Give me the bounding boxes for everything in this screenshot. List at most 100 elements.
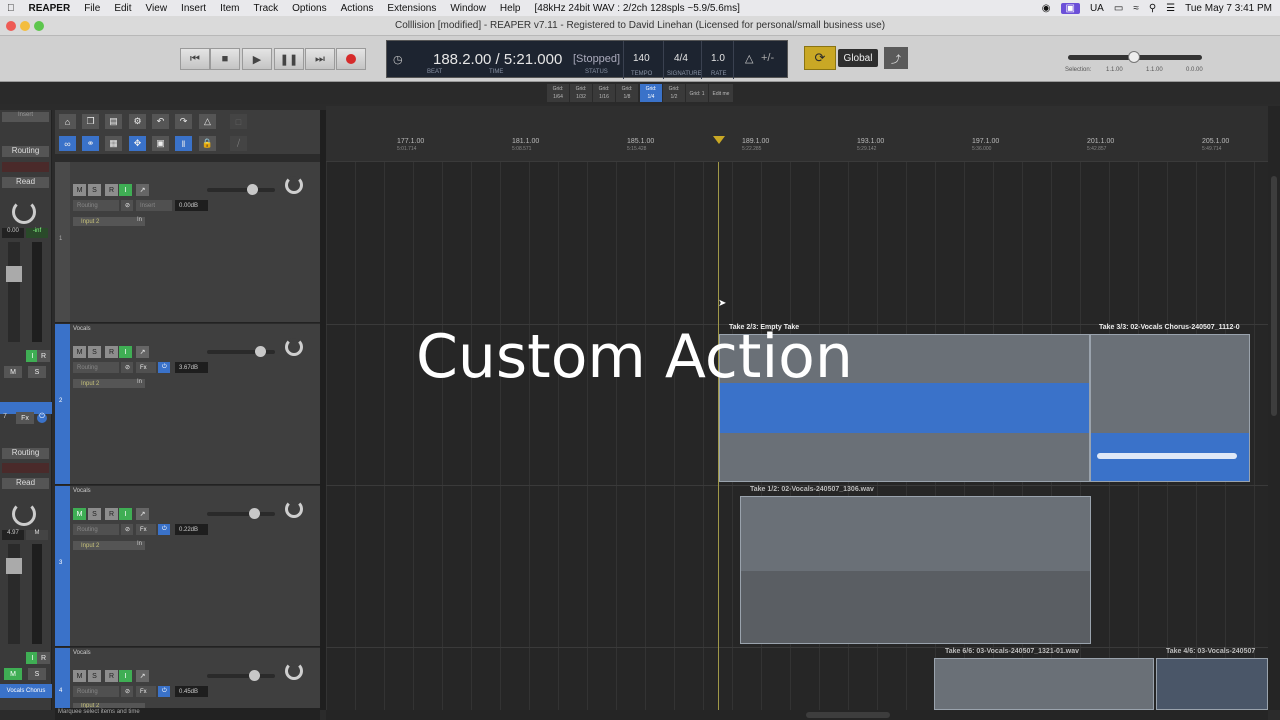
track-panel-2[interactable]: 2 Vocals M S R I ↗ Routing ⊘ Fx ⏻ 3.67dB…: [55, 324, 320, 485]
save-icon[interactable]: ▤: [105, 114, 122, 129]
routing-button-2[interactable]: Routing: [2, 448, 49, 459]
volume-knob[interactable]: [249, 670, 260, 681]
master-send[interactable]: [2, 162, 49, 172]
volume-slider[interactable]: [207, 184, 275, 195]
volume-slider[interactable]: [207, 508, 275, 519]
mute-button-2[interactable]: M: [4, 668, 22, 680]
record-arm-button[interactable]: R: [105, 670, 118, 682]
minimize-window-icon[interactable]: [20, 21, 30, 31]
menu-view[interactable]: View: [139, 3, 175, 14]
grid-1-4-button[interactable]: Grid: 1/4: [640, 84, 662, 102]
blank-toolbar-icon[interactable]: □: [230, 114, 247, 129]
menu-insert[interactable]: Insert: [174, 3, 213, 14]
fx-button[interactable]: Fx: [16, 412, 34, 424]
track-name[interactable]: Vocals: [73, 326, 91, 332]
rate-cell[interactable]: 1.0 RATE: [701, 41, 733, 79]
play-cursor-marker-icon[interactable]: [713, 136, 725, 144]
phase-icon[interactable]: ⊘: [121, 200, 133, 211]
input-selector[interactable]: Input 2: [73, 379, 145, 388]
menu-edit[interactable]: Edit: [107, 3, 138, 14]
grid-edit-button[interactable]: Edit me: [709, 84, 733, 102]
volume-slider[interactable]: [207, 670, 275, 681]
solo-button-2[interactable]: S: [28, 668, 46, 680]
signature-value[interactable]: 4/4: [674, 53, 688, 64]
go-to-start-button[interactable]: ⏮: [180, 48, 210, 70]
automation-icon[interactable]: ↗: [136, 670, 149, 682]
vertical-scrollbar[interactable]: [1268, 106, 1280, 710]
mute-button[interactable]: M: [4, 366, 22, 378]
rate-value[interactable]: 1.0: [711, 53, 725, 64]
selection-slider-knob[interactable]: [1128, 51, 1140, 63]
metronome-cell[interactable]: △ +/-: [733, 41, 788, 79]
track-panel-3[interactable]: 3 Vocals M S R I ↗ Routing ⊘ Fx ⏻ 0.22dB…: [55, 486, 320, 647]
menu-help[interactable]: Help: [493, 3, 528, 14]
menu-track[interactable]: Track: [247, 3, 286, 14]
snap-icon[interactable]: ✥: [129, 136, 146, 151]
apple-icon[interactable]: : [0, 3, 22, 14]
audio-info[interactable]: [48kHz 24bit WAV : 2/2ch 128spls ~5.9/5.…: [528, 3, 747, 14]
grid-snap-icon[interactable]: ▦: [105, 136, 122, 151]
loop-toggle-button[interactable]: ⟳: [804, 46, 836, 70]
tempo-value[interactable]: 140: [633, 53, 650, 64]
track-number-strip[interactable]: 1: [55, 162, 70, 322]
input-selector[interactable]: Input 2: [73, 703, 145, 708]
track-name[interactable]: Vocals: [73, 650, 91, 656]
menu-options[interactable]: Options: [285, 3, 333, 14]
insert-slot[interactable]: Insert: [2, 112, 49, 122]
media-item-vocals-chorus[interactable]: [1090, 334, 1250, 482]
routing-button[interactable]: Routing: [73, 362, 119, 373]
fx-power-icon[interactable]: ⏻: [158, 524, 170, 535]
routing-button[interactable]: Routing: [73, 686, 119, 697]
input-monitor-button[interactable]: I: [119, 670, 132, 682]
record-arm-button[interactable]: R: [105, 508, 118, 520]
global-automation-button[interactable]: Global: [838, 49, 878, 67]
vertical-scroll-thumb[interactable]: [1271, 176, 1277, 416]
mono-button[interactable]: M: [26, 530, 48, 540]
locking-icon[interactable]: ▣: [152, 136, 169, 151]
solo-button[interactable]: S: [88, 346, 101, 358]
record-button[interactable]: [336, 48, 366, 70]
input-monitor-button[interactable]: I: [119, 508, 132, 520]
automation-read-button-2[interactable]: Read: [2, 478, 49, 489]
edit-cursor[interactable]: [718, 162, 719, 710]
ripple-edit-icon[interactable]: ∞: [59, 136, 76, 151]
horizontal-scroll-thumb[interactable]: [806, 712, 890, 718]
position-readout[interactable]: 188.2.00 / 5:21.000: [433, 51, 562, 68]
signature-cell[interactable]: 4/4 SIGNATURE: [663, 41, 702, 79]
routing-button[interactable]: Routing: [73, 200, 119, 211]
trim-tool-icon[interactable]: ⧸: [230, 136, 247, 151]
grid-1-16-button[interactable]: Grid: 1/16: [593, 84, 615, 102]
pan-knob[interactable]: [285, 176, 303, 194]
wifi-icon[interactable]: ≈: [1133, 3, 1139, 14]
menu-window[interactable]: Window: [443, 3, 493, 14]
record-arm-button[interactable]: R: [37, 350, 50, 362]
record-arm-button-2[interactable]: R: [37, 652, 50, 664]
metronome-plus-minus[interactable]: +/-: [761, 52, 774, 64]
mute-button[interactable]: M: [73, 670, 86, 682]
automation-icon[interactable]: ↗: [136, 346, 149, 358]
power-icon[interactable]: ⏻: [37, 413, 47, 423]
fx-button[interactable]: Fx: [136, 524, 156, 535]
menu-file[interactable]: File: [77, 3, 107, 14]
grid-1-8-button[interactable]: Grid: 1/8: [616, 84, 638, 102]
routing-button[interactable]: Routing: [73, 524, 119, 535]
volume-fader[interactable]: [6, 242, 22, 342]
automation-read-button[interactable]: Read: [2, 177, 49, 188]
screen-record-icon[interactable]: ◉: [1042, 3, 1051, 14]
grid-1-button[interactable]: Grid: 1: [686, 84, 708, 102]
mixer-track-name[interactable]: Vocals Chorus: [0, 684, 52, 698]
link-icon[interactable]: ⚭: [82, 136, 99, 151]
fx-power-icon[interactable]: ⏻: [158, 686, 170, 697]
record-arm-button[interactable]: R: [105, 346, 118, 358]
lock-icon[interactable]: 🔒: [199, 136, 216, 151]
volume-fader-2[interactable]: [6, 544, 22, 644]
menu-item[interactable]: Item: [213, 3, 246, 14]
grid-1-2-button[interactable]: Grid: 1/2: [663, 84, 685, 102]
input-monitor-label[interactable]: In: [137, 379, 142, 385]
play-button[interactable]: ▶: [242, 48, 272, 70]
pan-knob[interactable]: [285, 338, 303, 356]
track-name[interactable]: Vocals: [73, 488, 91, 494]
media-item-vocals-240507[interactable]: [1156, 658, 1268, 710]
pan-knob[interactable]: [285, 662, 303, 680]
tempo-cell[interactable]: 140 TEMPO: [623, 41, 663, 79]
